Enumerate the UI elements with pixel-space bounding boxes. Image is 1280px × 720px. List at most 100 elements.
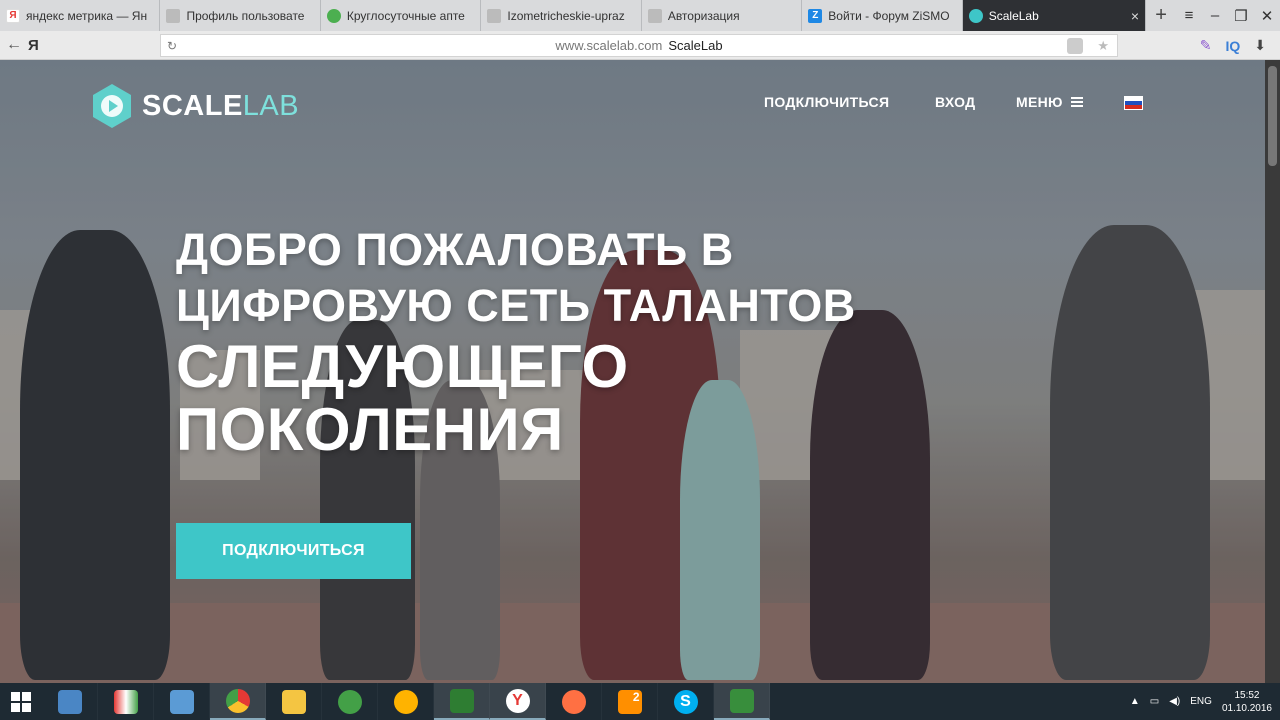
hero-line-4: ПОКОЛЕНИЯ <box>176 395 564 463</box>
nav-login-link[interactable]: ВХОД <box>935 94 975 110</box>
hero-line-3: СЛЕДУЮЩЕГО <box>176 332 629 400</box>
files-badge-icon: 2 <box>617 689 642 714</box>
protect-icon[interactable] <box>1067 37 1083 54</box>
camtasia-recorder-icon <box>729 688 754 713</box>
iq-icon[interactable]: IQ <box>1225 38 1240 54</box>
tab-pharmacies[interactable]: Круглосуточные апте <box>321 0 482 31</box>
new-tab-button[interactable]: + <box>1146 0 1176 31</box>
control-panel-icon <box>169 689 194 714</box>
logo-text: SCALELAB <box>142 90 299 123</box>
nav-menu-label: МЕНЮ <box>1016 94 1063 110</box>
tab-scalelab[interactable]: ScaleLab × <box>962 0 1147 31</box>
taskbar-camtasia-recorder[interactable] <box>714 683 770 720</box>
logo-text-lab: LAB <box>242 89 300 122</box>
logo-text-scale: SCALE <box>142 89 243 122</box>
computer-icon <box>57 689 82 714</box>
taskbar-folder[interactable] <box>266 683 322 720</box>
taskbar-camtasia[interactable] <box>434 683 490 720</box>
taskbar-chrome[interactable] <box>210 683 266 720</box>
tab-title: Авторизация <box>667 8 740 23</box>
hamburger-icon <box>1070 97 1083 107</box>
leaf-favicon-icon <box>326 8 341 23</box>
tab-title: ScaleLab <box>988 8 1039 23</box>
hero-title: ДОБРО ПОЖАЛОВАТЬ В ЦИФРОВУЮ СЕТЬ ТАЛАНТО… <box>176 222 856 461</box>
tab-authorization[interactable]: Авторизация <box>642 0 803 31</box>
shield-app-icon <box>337 689 362 714</box>
clock-time: 15:52 <box>1234 689 1260 701</box>
language-indicator[interactable]: ENG <box>1190 696 1212 707</box>
system-tray: ▲ ▭ ◀) ENG 15:52 01.10.2016 <box>1130 683 1272 720</box>
firefox-icon <box>561 689 586 714</box>
network-icon[interactable]: ▭ <box>1150 696 1159 707</box>
nav-connect-link[interactable]: ПОДКЛЮЧИТЬСЯ <box>764 94 889 110</box>
skype-icon: S <box>673 689 698 714</box>
site-header: SCALELAB ПОДКЛЮЧИТЬСЯ ВХОД МЕНЮ <box>0 60 1265 150</box>
chrome-icon <box>225 688 250 713</box>
scrollbar-thumb[interactable] <box>1268 66 1277 166</box>
hero-line-2: ЦИФРОВУЮ СЕТЬ ТАЛАНТОВ <box>176 280 856 332</box>
tab-zismo-forum[interactable]: Z Войти - Форум ZiSMO <box>802 0 963 31</box>
tab-title: Войти - Форум ZiSMO <box>828 8 950 23</box>
url-page-title: ScaleLab <box>668 38 723 53</box>
page-scrollbar[interactable] <box>1265 60 1280 683</box>
scalelab-logo[interactable]: SCALELAB <box>88 82 299 130</box>
tab-title: яндекс метрика — Ян <box>26 8 148 23</box>
logo-mark-icon <box>88 82 136 130</box>
taskbar-headphones[interactable] <box>378 683 434 720</box>
folder-icon <box>281 689 306 714</box>
page-viewport: SCALELAB ПОДКЛЮЧИТЬСЯ ВХОД МЕНЮ ДОБРО ПО… <box>0 60 1265 683</box>
yandex-browser-icon: Y <box>505 688 530 713</box>
headphones-icon <box>393 689 418 714</box>
windows-logo-icon <box>11 691 31 712</box>
tray-expand-icon[interactable]: ▲ <box>1130 696 1140 707</box>
close-window-icon[interactable]: ✕ <box>1254 7 1280 25</box>
taskbar-files-badge[interactable]: 2 <box>602 683 658 720</box>
window-controls: ≡ – ❐ ✕ <box>1176 0 1280 31</box>
page-favicon-icon <box>166 8 181 23</box>
address-field[interactable]: ↻ www.scalelab.com ScaleLab ★ <box>160 34 1118 57</box>
russian-flag-icon[interactable] <box>1124 96 1143 110</box>
clock[interactable]: 15:52 01.10.2016 <box>1222 689 1272 715</box>
camtasia-icon <box>449 688 474 713</box>
taskbar-firefox[interactable] <box>546 683 602 720</box>
volume-icon[interactable]: ◀) <box>1169 696 1180 707</box>
download-icon[interactable]: ⬇ <box>1254 37 1266 54</box>
taskbar-shield-app[interactable] <box>322 683 378 720</box>
taskbar-skype[interactable]: S <box>658 683 714 720</box>
bookmark-star-icon[interactable]: ★ <box>1097 38 1109 54</box>
hero-line-1: ДОБРО ПОЖАЛОВАТЬ В <box>176 224 734 275</box>
pen-icon[interactable]: ✎ <box>1200 37 1212 54</box>
minimize-icon[interactable]: – <box>1202 7 1228 24</box>
connect-cta-button[interactable]: ПОДКЛЮЧИТЬСЯ <box>176 523 411 579</box>
taskbar-control-panel[interactable] <box>154 683 210 720</box>
back-button[interactable]: ← <box>0 36 28 54</box>
scalelab-favicon-icon <box>968 8 983 23</box>
nav-menu-link[interactable]: МЕНЮ <box>1016 94 1083 110</box>
close-tab-icon[interactable]: × <box>1131 8 1139 24</box>
reload-icon[interactable]: ↻ <box>167 39 177 53</box>
address-bar-row: ← Я ↻ www.scalelab.com ScaleLab ★ ✎ IQ ⬇ <box>0 31 1280 60</box>
tab-title: Круглосуточные апте <box>346 8 465 23</box>
taskbar-yandex-browser[interactable]: Y <box>490 683 546 720</box>
rainbow-app-icon <box>113 689 138 714</box>
page-favicon-icon <box>647 8 662 23</box>
taskbar-computer[interactable] <box>42 683 98 720</box>
taskbar: Y 2 S ▲ ▭ ◀) ENG 15:52 01.10.2016 <box>0 683 1280 720</box>
page-favicon-icon <box>487 8 502 23</box>
tab-izometricheskie[interactable]: Izometricheskie-upraz <box>481 0 642 31</box>
restore-icon[interactable]: ❐ <box>1228 7 1254 25</box>
start-button[interactable] <box>0 683 42 720</box>
browser-menu-icon[interactable]: ≡ <box>1176 7 1202 24</box>
tab-profile[interactable]: Профиль пользовате <box>160 0 321 31</box>
toolbar-right: ✎ IQ ⬇ <box>1200 31 1266 60</box>
clock-date: 01.10.2016 <box>1221 702 1272 714</box>
tab-title: Профиль пользовате <box>186 8 305 23</box>
tab-yandex-metrika[interactable]: Яяндекс метрика — Ян <box>0 0 161 31</box>
zismo-favicon-icon: Z <box>808 8 823 23</box>
url-domain: www.scalelab.com <box>555 38 663 53</box>
yandex-button[interactable]: Я <box>28 37 50 54</box>
taskbar-rainbow-app[interactable] <box>98 683 154 720</box>
yandex-favicon-icon: Я <box>6 8 20 23</box>
notification-badge: 2 <box>632 689 640 704</box>
tab-bar: Яяндекс метрика — Ян Профиль пользовате … <box>0 0 1280 31</box>
